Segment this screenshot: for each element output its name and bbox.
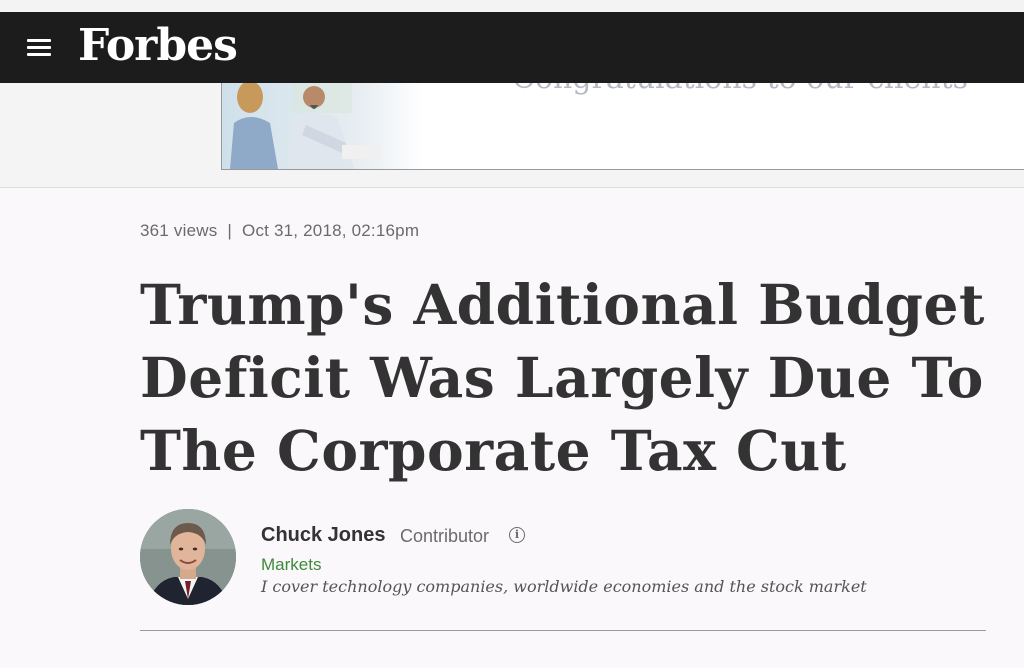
ad-text: Congratulations to our clients (512, 83, 968, 96)
author-channel-link[interactable]: Markets (261, 555, 321, 575)
article-headline: Trump's Additional Budget Deficit Was La… (140, 272, 985, 483)
byline-divider (140, 630, 986, 631)
ad-banner-area: Congratulations to our clients (0, 83, 1024, 188)
hamburger-menu-icon[interactable] (27, 39, 51, 57)
meta-separator: | (227, 221, 233, 240)
author-avatar[interactable] (140, 509, 236, 605)
info-icon[interactable]: i (509, 527, 525, 543)
ad-photo (222, 83, 422, 169)
author-portrait (140, 509, 236, 605)
author-bio: I cover technology companies, worldwide … (261, 577, 867, 596)
publish-date: Oct 31, 2018, 02:16pm (242, 221, 420, 240)
author-role: Contributor (400, 526, 490, 546)
forbes-logo[interactable]: Forbes (78, 20, 238, 71)
author-name[interactable]: Chuck Jones (261, 524, 385, 547)
view-count: 361 views (140, 221, 218, 240)
article-meta: 361 views | Oct 31, 2018, 02:16pm (140, 221, 419, 241)
ad-banner[interactable]: Congratulations to our clients (221, 83, 1024, 170)
browser-top-strip (0, 0, 1024, 12)
site-header: Forbes (0, 12, 1024, 83)
